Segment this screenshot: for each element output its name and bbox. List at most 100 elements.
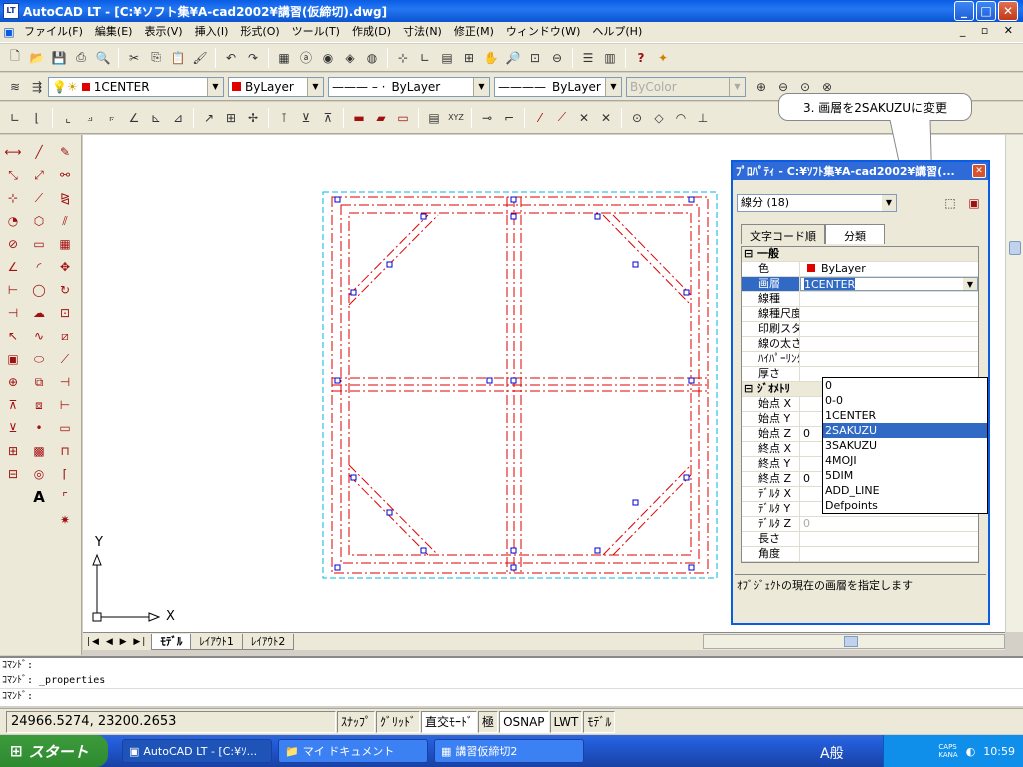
tab-layout1[interactable]: ﾚｲｱｳﾄ1 <box>190 633 243 650</box>
new-icon[interactable]: 🗋 <box>4 47 26 69</box>
polygon-icon[interactable]: ⬡ <box>28 210 50 232</box>
open-icon[interactable]: 📂 <box>26 47 48 69</box>
paste-icon[interactable]: 📋 <box>167 47 189 69</box>
snap-intersection-icon[interactable]: ✕ <box>573 107 595 129</box>
custom-tool-3-icon[interactable]: ▭ <box>392 107 414 129</box>
undo-icon[interactable]: ↶ <box>220 47 242 69</box>
dim-diameter-side-icon[interactable]: ⊘ <box>2 233 24 255</box>
lineweight-combo[interactable]: ———— ByLayer ▼ <box>494 76 622 97</box>
menu-edit[interactable]: 編集(E) <box>89 22 139 42</box>
lineweight-dropdown-icon[interactable]: ▼ <box>605 77 621 96</box>
zoom-window-icon[interactable]: ⊡ <box>524 47 546 69</box>
dim-update-side-icon[interactable]: ⊞ <box>2 440 24 462</box>
tolerance-side-icon[interactable]: ▣ <box>2 348 24 370</box>
layer-option[interactable]: 4MOJI <box>823 453 987 468</box>
doc-window-controls[interactable]: _ ▫ ✕ <box>960 24 1019 37</box>
layer-option[interactable]: ADD_LINE <box>823 483 987 498</box>
snap-apparent-icon[interactable]: ✕ <box>595 107 617 129</box>
fillet-icon[interactable]: ⌜ <box>54 486 76 508</box>
print-icon[interactable]: ⎙ <box>70 47 92 69</box>
maximize-button[interactable]: □ <box>976 1 996 21</box>
display-order-icon[interactable]: ▤ <box>436 47 458 69</box>
offset-icon[interactable]: ⫽ <box>54 210 76 232</box>
stretch-icon[interactable]: ⧄ <box>54 325 76 347</box>
snap-perpendicular-icon[interactable]: ⊥ <box>692 107 714 129</box>
selection-dropdown-icon[interactable]: ▼ <box>882 195 896 211</box>
zoom-previous-icon[interactable]: ⊖ <box>546 47 568 69</box>
dim-angular-icon[interactable]: ∠ <box>123 107 145 129</box>
color-combo[interactable]: ByLayer ▼ <box>228 76 324 97</box>
layer-option[interactable]: 1CENTER <box>823 408 987 423</box>
design-center-icon[interactable]: ▦ <box>273 47 295 69</box>
layer-manager-icon[interactable]: ≋ <box>4 76 26 98</box>
mtext-icon[interactable]: A <box>28 486 50 508</box>
task-excel[interactable]: ▦ 講習仮締切2 <box>434 739 584 763</box>
dim-angular-side-icon[interactable]: ∠ <box>2 256 24 278</box>
snap-center-icon[interactable]: ⊙ <box>626 107 648 129</box>
vertical-scrollbar[interactable] <box>1005 135 1023 632</box>
construction-line-icon[interactable]: ⤢ <box>28 164 50 186</box>
explode-icon[interactable]: ✷ <box>54 509 76 531</box>
category-general[interactable]: ⊟ 一般 <box>742 247 978 262</box>
snap-tangent-icon[interactable]: ◠ <box>670 107 692 129</box>
ellipse-icon[interactable]: ⬭ <box>28 348 50 370</box>
custom-tool-5-icon[interactable]: XYZ <box>445 107 467 129</box>
snap-endpoint-icon[interactable]: ⊸ <box>476 107 498 129</box>
break-at-point-icon[interactable]: ⊓ <box>54 440 76 462</box>
zoom-in-icon[interactable]: ⊕ <box>750 76 772 98</box>
minimize-button[interactable]: _ <box>954 1 974 21</box>
prop-row[interactable]: 線種 <box>742 292 978 307</box>
make-block-icon[interactable]: ⧈ <box>28 394 50 416</box>
dim-leader-icon[interactable]: ↗ <box>198 107 220 129</box>
trim-icon[interactable]: ⊣ <box>54 371 76 393</box>
layer-option[interactable]: 3SAKUZU <box>823 438 987 453</box>
dim-update-icon[interactable]: ⊻ <box>295 107 317 129</box>
save-icon[interactable]: 💾 <box>48 47 70 69</box>
prop-row[interactable]: 線種尺度 <box>742 307 978 322</box>
custom-tool-4-icon[interactable]: ▤ <box>423 107 445 129</box>
spline-icon[interactable]: ∿ <box>28 325 50 347</box>
layer-option[interactable]: 0-0 <box>823 393 987 408</box>
region-icon[interactable]: ◎ <box>28 463 50 485</box>
lengthen-icon[interactable]: ⟋ <box>54 348 76 370</box>
prop-row[interactable]: 線の太さ <box>742 337 978 352</box>
leader-side-icon[interactable]: ↖ <box>2 325 24 347</box>
menu-format[interactable]: 形式(O) <box>234 22 285 42</box>
layer-dropdown-icon[interactable]: ▼ <box>963 278 977 290</box>
scale-icon[interactable]: ⊡ <box>54 302 76 324</box>
dim-diameter-icon[interactable]: ⟔ <box>101 107 123 129</box>
layer-option[interactable]: 0 <box>823 378 987 393</box>
chamfer-icon[interactable]: ⌈ <box>54 463 76 485</box>
command-prompt[interactable]: ｺﾏﾝﾄﾞ: <box>0 688 1023 703</box>
dim-aligned-icon[interactable]: ⌊ <box>26 107 48 129</box>
snap-toggle[interactable]: ｽﾅｯﾌﾟ <box>337 710 376 733</box>
dim-tolerance-icon[interactable]: ⊞ <box>220 107 242 129</box>
horizontal-scrollbar[interactable] <box>703 634 1005 649</box>
lwt-toggle[interactable]: LWT <box>549 710 583 733</box>
layer-option[interactable]: Defpoints <box>823 498 987 513</box>
publish-icon[interactable]: ◈ <box>339 47 361 69</box>
palette-close-icon[interactable]: ✕ <box>972 164 986 178</box>
task-my-documents[interactable]: 📁 マイ ドキュメント <box>278 739 428 763</box>
arc-icon[interactable]: ◜ <box>28 256 50 278</box>
dim-continue-icon[interactable]: ⊿ <box>167 107 189 129</box>
snap-perp-icon[interactable]: ⁄ <box>529 107 551 129</box>
dim-ordinate-side-icon[interactable]: ⊹ <box>2 187 24 209</box>
menu-draw[interactable]: 作成(D) <box>346 22 397 42</box>
dim-center-icon[interactable]: ✢ <box>242 107 264 129</box>
custom-tool-1-icon[interactable]: ▬ <box>348 107 370 129</box>
point-icon[interactable]: • <box>28 417 50 439</box>
properties-icon[interactable]: ☰ <box>577 47 599 69</box>
hatch-icon[interactable]: ▩ <box>28 440 50 462</box>
rectangle-icon[interactable]: ▭ <box>28 233 50 255</box>
tab-alphabetic[interactable]: 文字コード順 <box>741 224 825 244</box>
globe-icon[interactable]: ◉ <box>317 47 339 69</box>
circle-icon[interactable]: ◯ <box>28 279 50 301</box>
prop-row-layer[interactable]: 画層 1CENTER ▼ <box>742 277 978 292</box>
pan-icon[interactable]: ✋ <box>480 47 502 69</box>
tray-icon[interactable]: ◐ <box>966 745 976 758</box>
grid-toggle[interactable]: ｸﾞﾘｯﾄﾞ <box>376 710 421 733</box>
prop-row[interactable]: ﾃﾞﾙﾀ Z0 <box>742 517 978 532</box>
close-button[interactable]: ✕ <box>998 1 1018 21</box>
dim-text-edit-side-icon[interactable]: ⊻ <box>2 417 24 439</box>
